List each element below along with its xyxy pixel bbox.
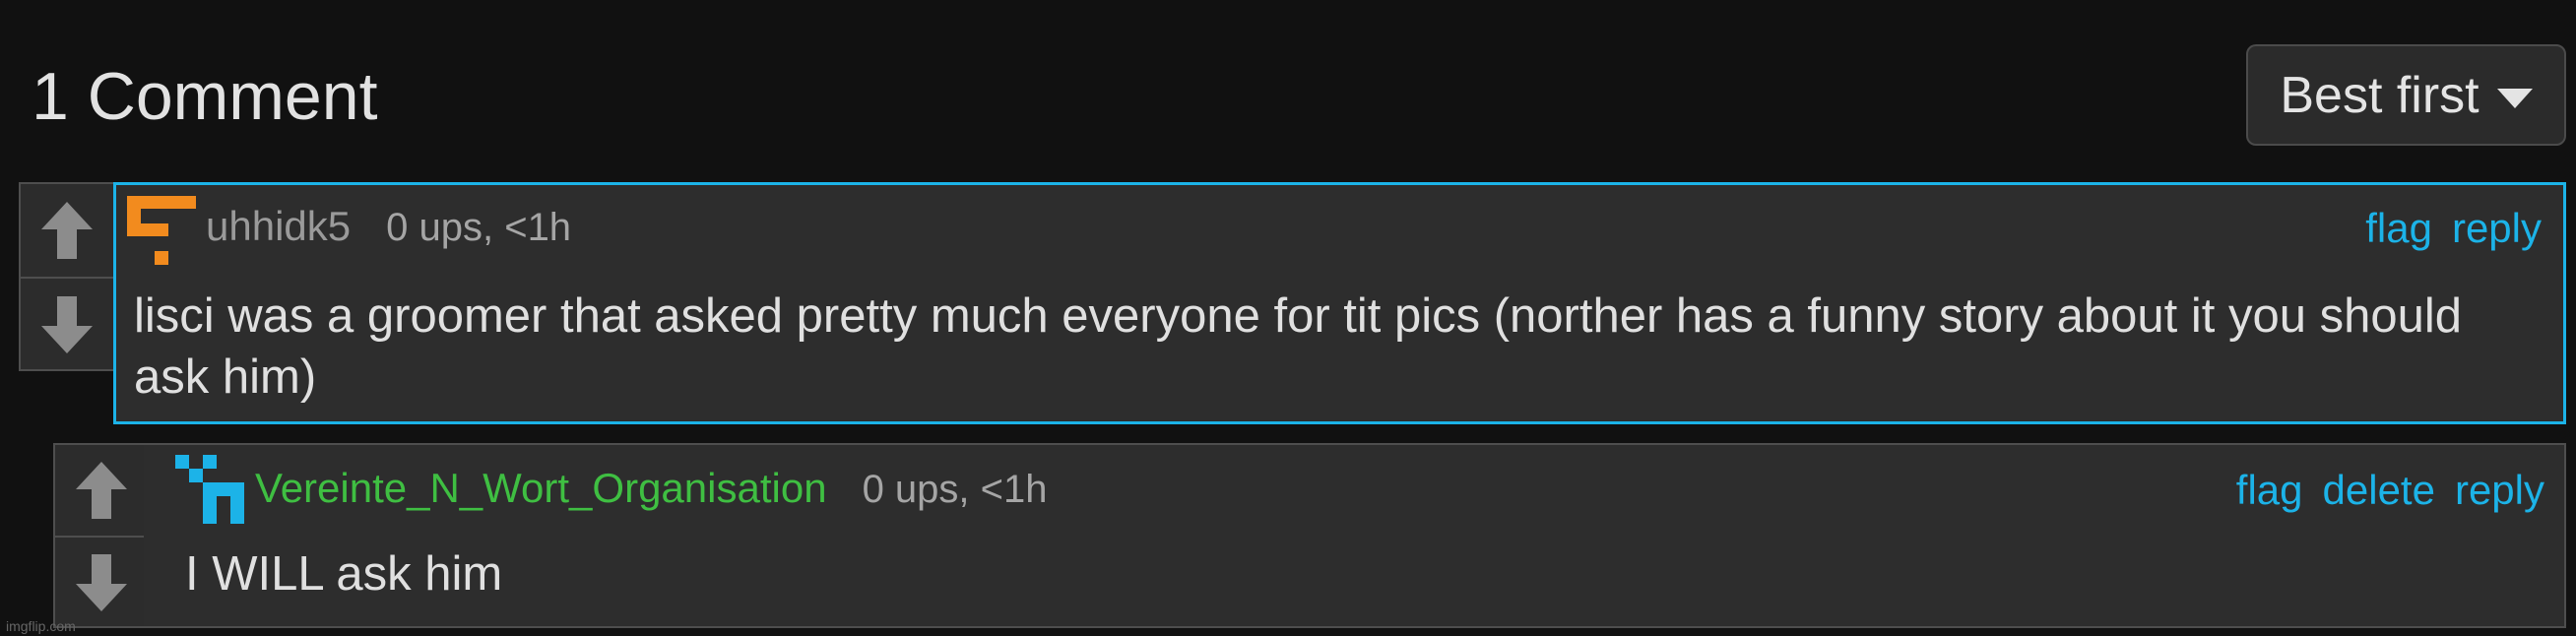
reply-comment-card: Vereinte_N_Wort_Organisation 0 ups, <1h … bbox=[144, 443, 2566, 628]
pixel-avatar-blue-icon[interactable] bbox=[175, 455, 244, 524]
comment-stats: 0 ups, <1h bbox=[386, 206, 572, 249]
flag-link[interactable]: flag bbox=[2365, 205, 2432, 252]
downvote-button[interactable] bbox=[55, 538, 148, 628]
comment-username[interactable]: uhhidk5 bbox=[206, 203, 351, 250]
upvote-button[interactable] bbox=[55, 445, 148, 536]
sort-label: Best first bbox=[2280, 66, 2479, 124]
flag-link[interactable]: flag bbox=[2236, 467, 2303, 514]
comment-meta: uhhidk5 0 ups, <1h bbox=[206, 203, 571, 250]
comment-text: lisci was a groomer that asked pretty mu… bbox=[134, 289, 2463, 404]
sort-dropdown-button[interactable]: Best first bbox=[2246, 44, 2566, 146]
watermark: imgflip.com bbox=[6, 618, 76, 634]
comment-stats: 0 ups, <1h bbox=[862, 468, 1048, 511]
arrow-up-icon bbox=[76, 462, 127, 519]
comment-meta: Vereinte_N_Wort_Organisation 0 ups, <1h bbox=[255, 465, 1048, 512]
vote-column-comment-1 bbox=[19, 182, 115, 371]
comment-username[interactable]: Vereinte_N_Wort_Organisation bbox=[255, 465, 827, 512]
comment-actions: flag reply bbox=[2365, 205, 2542, 252]
delete-link[interactable]: delete bbox=[2323, 467, 2435, 514]
arrow-down-icon bbox=[76, 554, 127, 611]
downvote-button[interactable] bbox=[21, 279, 113, 371]
reply-link[interactable]: reply bbox=[2455, 467, 2544, 514]
pixel-avatar-orange-icon[interactable] bbox=[127, 196, 196, 265]
comment-actions: flag delete reply bbox=[2236, 467, 2544, 514]
upvote-button[interactable] bbox=[21, 184, 113, 277]
arrow-up-icon bbox=[41, 202, 93, 259]
vote-column-comment-2 bbox=[53, 443, 150, 628]
arrow-down-icon bbox=[41, 296, 93, 353]
reply-link[interactable]: reply bbox=[2452, 205, 2542, 252]
chevron-down-icon bbox=[2496, 88, 2533, 108]
comment-text: I WILL ask him bbox=[185, 547, 503, 601]
comments-count-heading: 1 Comment bbox=[32, 59, 378, 134]
comment-card: uhhidk5 0 ups, <1h flag reply lisci was … bbox=[113, 182, 2566, 424]
